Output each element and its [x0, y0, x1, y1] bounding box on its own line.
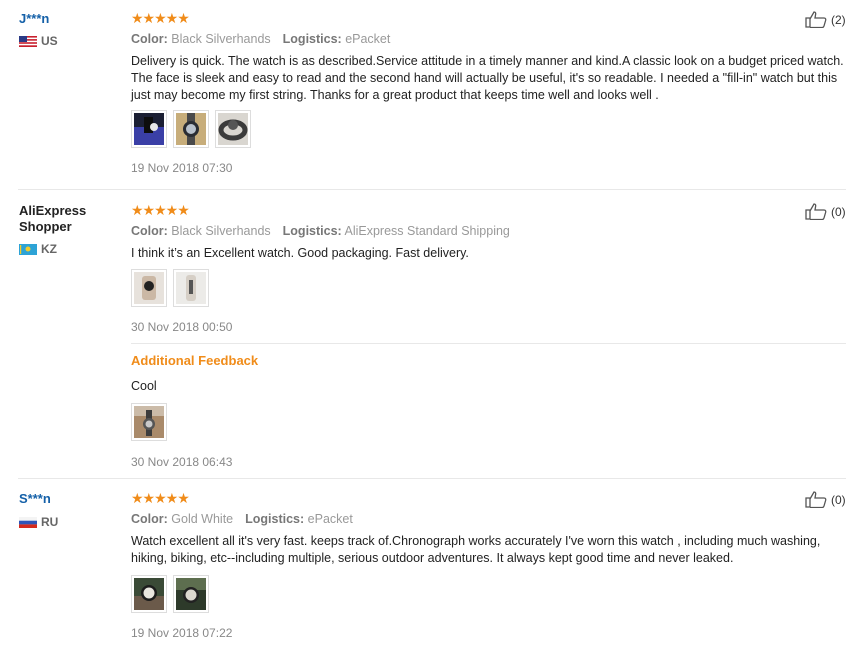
additional-feedback-text: Cool: [131, 379, 157, 393]
watch-box-photo: [134, 113, 164, 145]
watch-wrist-photo-2: [176, 578, 206, 610]
reviewer-country: US: [19, 34, 58, 48]
reviewer-name[interactable]: S***n: [19, 491, 51, 507]
star-rating: ★★★★★: [131, 490, 190, 506]
review-meta: Color: Black Silverhands Logistics: AliEx…: [131, 223, 510, 239]
reviewer-country: RU: [19, 515, 58, 529]
helpful-count: (2): [831, 12, 846, 27]
reviewer-country: KZ: [19, 242, 57, 256]
review-image-thumb[interactable]: [173, 269, 209, 307]
review-image-thumb[interactable]: [131, 575, 167, 613]
logistics-label: Logistics:: [282, 224, 342, 238]
thumbs-up-icon: [805, 203, 827, 220]
review-text: I think it’s an Excellent watch. Good pa…: [131, 246, 469, 260]
review-divider: [18, 189, 846, 190]
color-value: Gold White: [171, 512, 234, 526]
helpful-count: (0): [831, 204, 846, 219]
review-date: 30 Nov 2018 00:50: [131, 320, 233, 334]
watch-on-hand-photo: [134, 272, 164, 304]
ru-flag-icon: [19, 516, 37, 528]
star-rating: ★★★★★: [131, 10, 190, 26]
helpful-count: (0): [831, 492, 846, 507]
logistics-value: ePacket: [345, 32, 391, 46]
watch-on-table-photo: [134, 406, 164, 438]
color-label: Color:: [131, 224, 168, 238]
thumbs-up-icon: [805, 11, 827, 28]
logistics-label: Logistics:: [245, 512, 305, 526]
country-code: US: [41, 34, 58, 48]
additional-feedback-images: [131, 403, 167, 441]
review-image-thumb[interactable]: [173, 575, 209, 613]
review-text: Delivery is quick. The watch is as descr…: [131, 54, 844, 102]
watch-face-photo: [176, 113, 206, 145]
watch-side-photo: [176, 272, 206, 304]
color-label: Color:: [131, 512, 168, 526]
review-divider: [18, 478, 846, 479]
additional-feedback-date: 30 Nov 2018 06:43: [131, 455, 233, 469]
review-image-thumb[interactable]: [131, 403, 167, 441]
helpful-button[interactable]: (0): [805, 491, 846, 508]
review-date: 19 Nov 2018 07:22: [131, 626, 233, 640]
additional-feedback-divider: [131, 343, 846, 344]
review-text: Watch excellent all it's very fast. keep…: [131, 534, 821, 565]
review-meta: Color: Black Silverhands Logistics: ePack…: [131, 31, 390, 47]
color-value: Black Silverhands: [171, 224, 271, 238]
watch-band-photo: [218, 113, 248, 145]
us-flag-icon: [19, 35, 37, 47]
logistics-value: AliExpress Standard Shipping: [344, 224, 510, 238]
reviewer-name: AliExpress Shopper: [19, 203, 87, 234]
review-images: [131, 110, 251, 148]
color-value: Black Silverhands: [171, 32, 271, 46]
review-date: 19 Nov 2018 07:30: [131, 161, 233, 175]
country-code: KZ: [41, 242, 57, 256]
kz-flag-icon: [19, 243, 37, 255]
review-images: [131, 269, 209, 307]
thumbs-up-icon: [805, 491, 827, 508]
watch-wrist-photo: [134, 578, 164, 610]
review-image-thumb[interactable]: [131, 110, 167, 148]
helpful-button[interactable]: (2): [805, 11, 846, 28]
helpful-button[interactable]: (0): [805, 203, 846, 220]
additional-feedback-title: Additional Feedback: [131, 353, 259, 368]
color-label: Color:: [131, 32, 168, 46]
review-meta: Color: Gold White Logistics: ePacket: [131, 511, 353, 527]
review-image-thumb[interactable]: [131, 269, 167, 307]
review-images: [131, 575, 209, 613]
review-image-thumb[interactable]: [215, 110, 251, 148]
country-code: RU: [41, 515, 59, 529]
reviewer-name[interactable]: J***n: [19, 11, 49, 27]
logistics-label: Logistics:: [282, 32, 342, 46]
review-image-thumb[interactable]: [173, 110, 209, 148]
star-rating: ★★★★★: [131, 202, 190, 218]
logistics-value: ePacket: [307, 512, 353, 526]
